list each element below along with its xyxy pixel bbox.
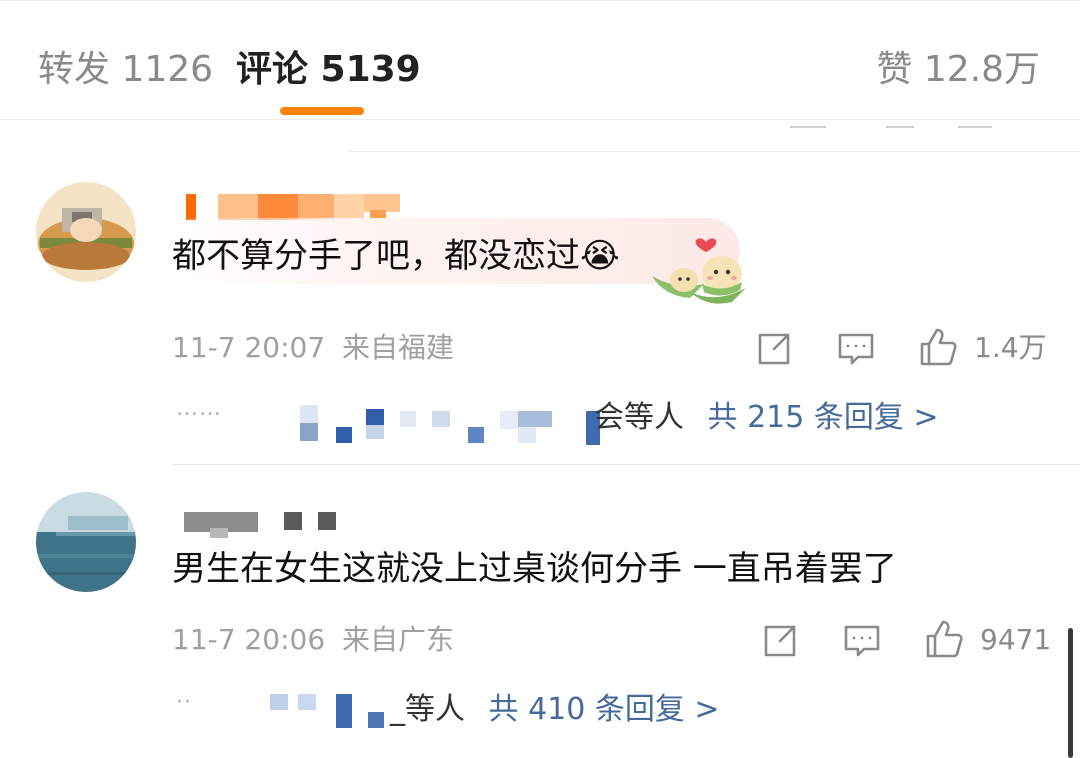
comment-item: 男生在女生这就没上过桌谈何分手 一直吊着罢了 11-7 20:06 来自广东 9… xyxy=(0,0,1080,758)
avatar[interactable] xyxy=(36,492,136,592)
view-replies-link[interactable]: 共 410 条回复 > xyxy=(489,692,720,727)
scrollbar[interactable] xyxy=(1068,628,1073,758)
share-icon[interactable] xyxy=(760,621,800,661)
comment-time: 11-7 20:06 xyxy=(172,623,326,656)
comment-meta: 11-7 20:06 来自广东 xyxy=(172,622,454,658)
like-count: 9471 xyxy=(980,623,1052,656)
reply-summary[interactable]: _等人 共 410 条回复 > xyxy=(390,690,720,730)
reply-avatars-placeholder: ·· xyxy=(176,690,192,715)
comment-location: 来自广东 xyxy=(342,623,455,656)
username-redacted[interactable] xyxy=(180,508,350,542)
like-icon[interactable] xyxy=(924,618,964,658)
reply-usernames-redacted[interactable] xyxy=(264,694,394,730)
comment-text: 男生在女生这就没上过桌谈何分手 一直吊着罢了 xyxy=(172,549,897,589)
comment-icon[interactable] xyxy=(842,621,882,661)
reply-people: _等人 xyxy=(390,692,465,727)
